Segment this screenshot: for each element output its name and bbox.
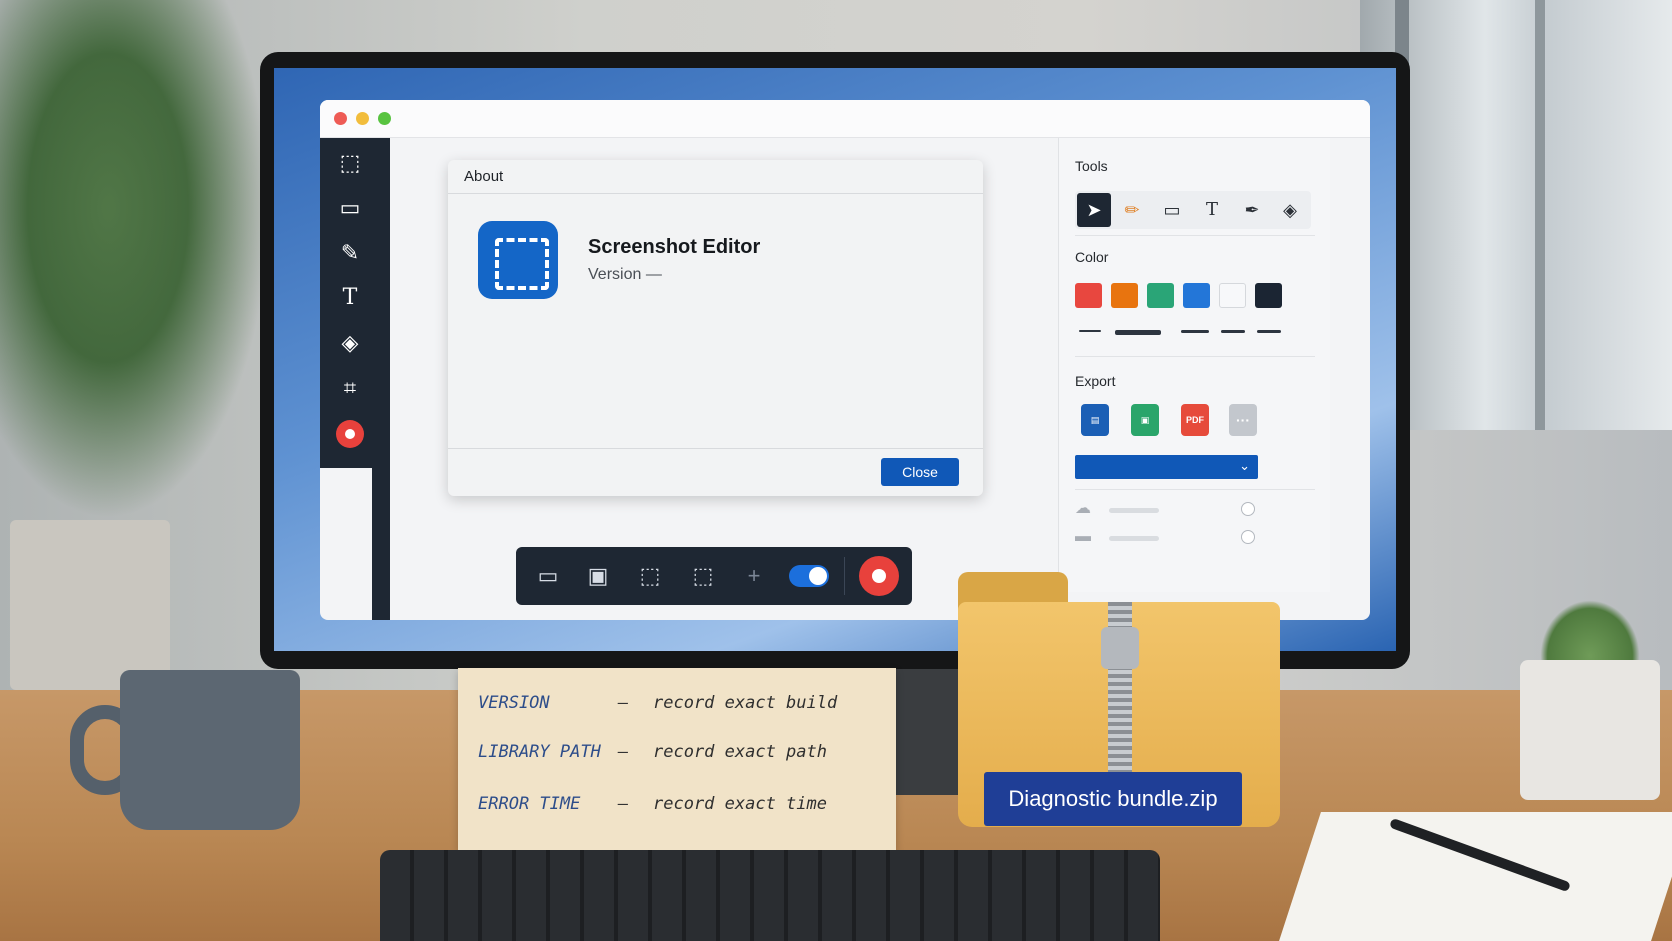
- note-key: ERROR TIME: [478, 794, 581, 814]
- note-value: record exact time: [653, 794, 827, 814]
- region-dashed-icon[interactable]: ⬚: [689, 562, 717, 590]
- color-swatch-white[interactable]: [1219, 283, 1246, 308]
- stroke-thick[interactable]: [1115, 330, 1161, 335]
- cloud-icon: ☁: [1075, 500, 1091, 517]
- record-button[interactable]: [859, 556, 899, 596]
- zip-folder: Diagnostic bundle.zip: [958, 572, 1280, 827]
- tools-label: Tools: [1075, 158, 1108, 174]
- region-icon[interactable]: ⬚: [636, 562, 664, 590]
- blur-icon[interactable]: ◈: [1273, 193, 1307, 227]
- export-dropdown[interactable]: ⌄: [1075, 455, 1258, 479]
- color-label: Color: [1075, 249, 1109, 265]
- pdf-export-icon[interactable]: PDF: [1181, 404, 1209, 436]
- storage-label-placeholder: [1109, 508, 1159, 513]
- screen: ⬚ ▭ ✎ T ◈ ⌗ About Screenshot Editor Vers…: [274, 68, 1396, 651]
- color-swatch-black[interactable]: [1255, 283, 1282, 308]
- pencil-icon[interactable]: ✏: [1115, 193, 1149, 227]
- note-dash: —: [618, 693, 629, 713]
- notebook: [1279, 812, 1672, 941]
- plant-left: [0, 0, 270, 520]
- keyboard: [380, 850, 1160, 941]
- about-dialog-footer: [448, 448, 983, 449]
- app-version: Version —: [588, 266, 662, 283]
- comment-icon[interactable]: ▭: [337, 195, 363, 221]
- note-value: record exact build: [653, 693, 838, 713]
- color-swatch-red[interactable]: [1075, 283, 1102, 308]
- folder-icon: ▬: [1075, 528, 1091, 545]
- crop-icon[interactable]: ⌗: [337, 375, 363, 401]
- chevron-down-icon: ⌄: [1239, 458, 1250, 473]
- maximize-window-button[interactable]: [378, 112, 391, 125]
- divider: [1075, 489, 1315, 490]
- about-dialog: About Screenshot Editor Version — Close: [448, 160, 983, 496]
- sheet-export-icon[interactable]: ▣: [1131, 404, 1159, 436]
- mug: [120, 670, 300, 830]
- note-row: ERROR TIME — record exact time: [478, 794, 827, 814]
- stroke-thin[interactable]: [1079, 330, 1101, 332]
- left-toolbar-strip: [372, 138, 390, 620]
- note-key: LIBRARY PATH: [478, 742, 601, 762]
- storage-radio[interactable]: [1241, 502, 1255, 516]
- app-name: Screenshot Editor: [588, 236, 761, 258]
- app-logo-icon: [478, 221, 558, 299]
- window-icon[interactable]: ▣: [584, 562, 612, 590]
- close-window-button[interactable]: [334, 112, 347, 125]
- storage-option-folder[interactable]: ▬: [1075, 529, 1265, 549]
- marker-icon[interactable]: ✒: [1235, 193, 1269, 227]
- app-window: ⬚ ▭ ✎ T ◈ ⌗ About Screenshot Editor Vers…: [320, 100, 1370, 620]
- monitor-icon[interactable]: ▭: [534, 562, 562, 590]
- note-value: record exact path: [653, 742, 827, 762]
- note-dash: —: [618, 794, 629, 814]
- storage-radio[interactable]: [1241, 530, 1255, 544]
- tool-row: ➤ ✏ ▭ T ✒ ◈: [1075, 191, 1311, 229]
- more-icon[interactable]: ···: [1229, 404, 1257, 436]
- storage-label-placeholder: [1109, 536, 1159, 541]
- comment-icon[interactable]: ▭: [1155, 193, 1189, 227]
- capture-toolbar: ▭ ▣ ⬚ ⬚ +: [516, 547, 912, 605]
- close-button[interactable]: Close: [881, 458, 959, 486]
- zip-label: Diagnostic bundle.zip: [984, 772, 1242, 826]
- stroke-medium[interactable]: [1181, 330, 1209, 333]
- divider: [1075, 356, 1315, 357]
- window-frame-2: [1535, 0, 1545, 430]
- stroke-medium-2[interactable]: [1221, 330, 1245, 333]
- selection-icon[interactable]: ⬚: [337, 150, 363, 176]
- about-dialog-title: About: [448, 160, 983, 194]
- cursor-icon[interactable]: ➤: [1077, 193, 1111, 227]
- note-row: VERSION — record exact build: [478, 693, 837, 713]
- text-icon[interactable]: T: [337, 285, 363, 311]
- color-swatch-green[interactable]: [1147, 283, 1174, 308]
- pen-icon[interactable]: ✎: [337, 240, 363, 266]
- note-row: LIBRARY PATH — record exact path: [478, 742, 827, 762]
- storage-option-cloud[interactable]: ☁: [1075, 501, 1265, 521]
- blur-icon[interactable]: ◈: [337, 330, 363, 356]
- color-swatch-orange[interactable]: [1111, 283, 1138, 308]
- plant-pot-right: [1520, 660, 1660, 800]
- export-label: Export: [1075, 373, 1116, 389]
- zipper-pull-icon: [1101, 627, 1139, 669]
- plus-icon[interactable]: +: [740, 562, 768, 590]
- note-key: VERSION: [478, 693, 550, 713]
- note-dash: —: [618, 742, 629, 762]
- titlebar: [320, 100, 1370, 138]
- divider: [844, 557, 845, 595]
- record-icon[interactable]: [336, 420, 364, 448]
- doc-export-icon[interactable]: ▤: [1081, 404, 1109, 436]
- capture-toggle[interactable]: [789, 565, 829, 587]
- divider: [1075, 235, 1315, 236]
- stroke-medium-3[interactable]: [1257, 330, 1281, 333]
- text-icon[interactable]: T: [1195, 193, 1229, 227]
- right-panel: Tools ➤ ✏ ▭ T ✒ ◈ Color Export ▤ ▣ PDF ·…: [1058, 138, 1330, 592]
- minimize-window-button[interactable]: [356, 112, 369, 125]
- color-swatch-blue[interactable]: [1183, 283, 1210, 308]
- note-card: VERSION — record exact build LIBRARY PAT…: [458, 668, 896, 850]
- plant-pot-left: [10, 520, 170, 690]
